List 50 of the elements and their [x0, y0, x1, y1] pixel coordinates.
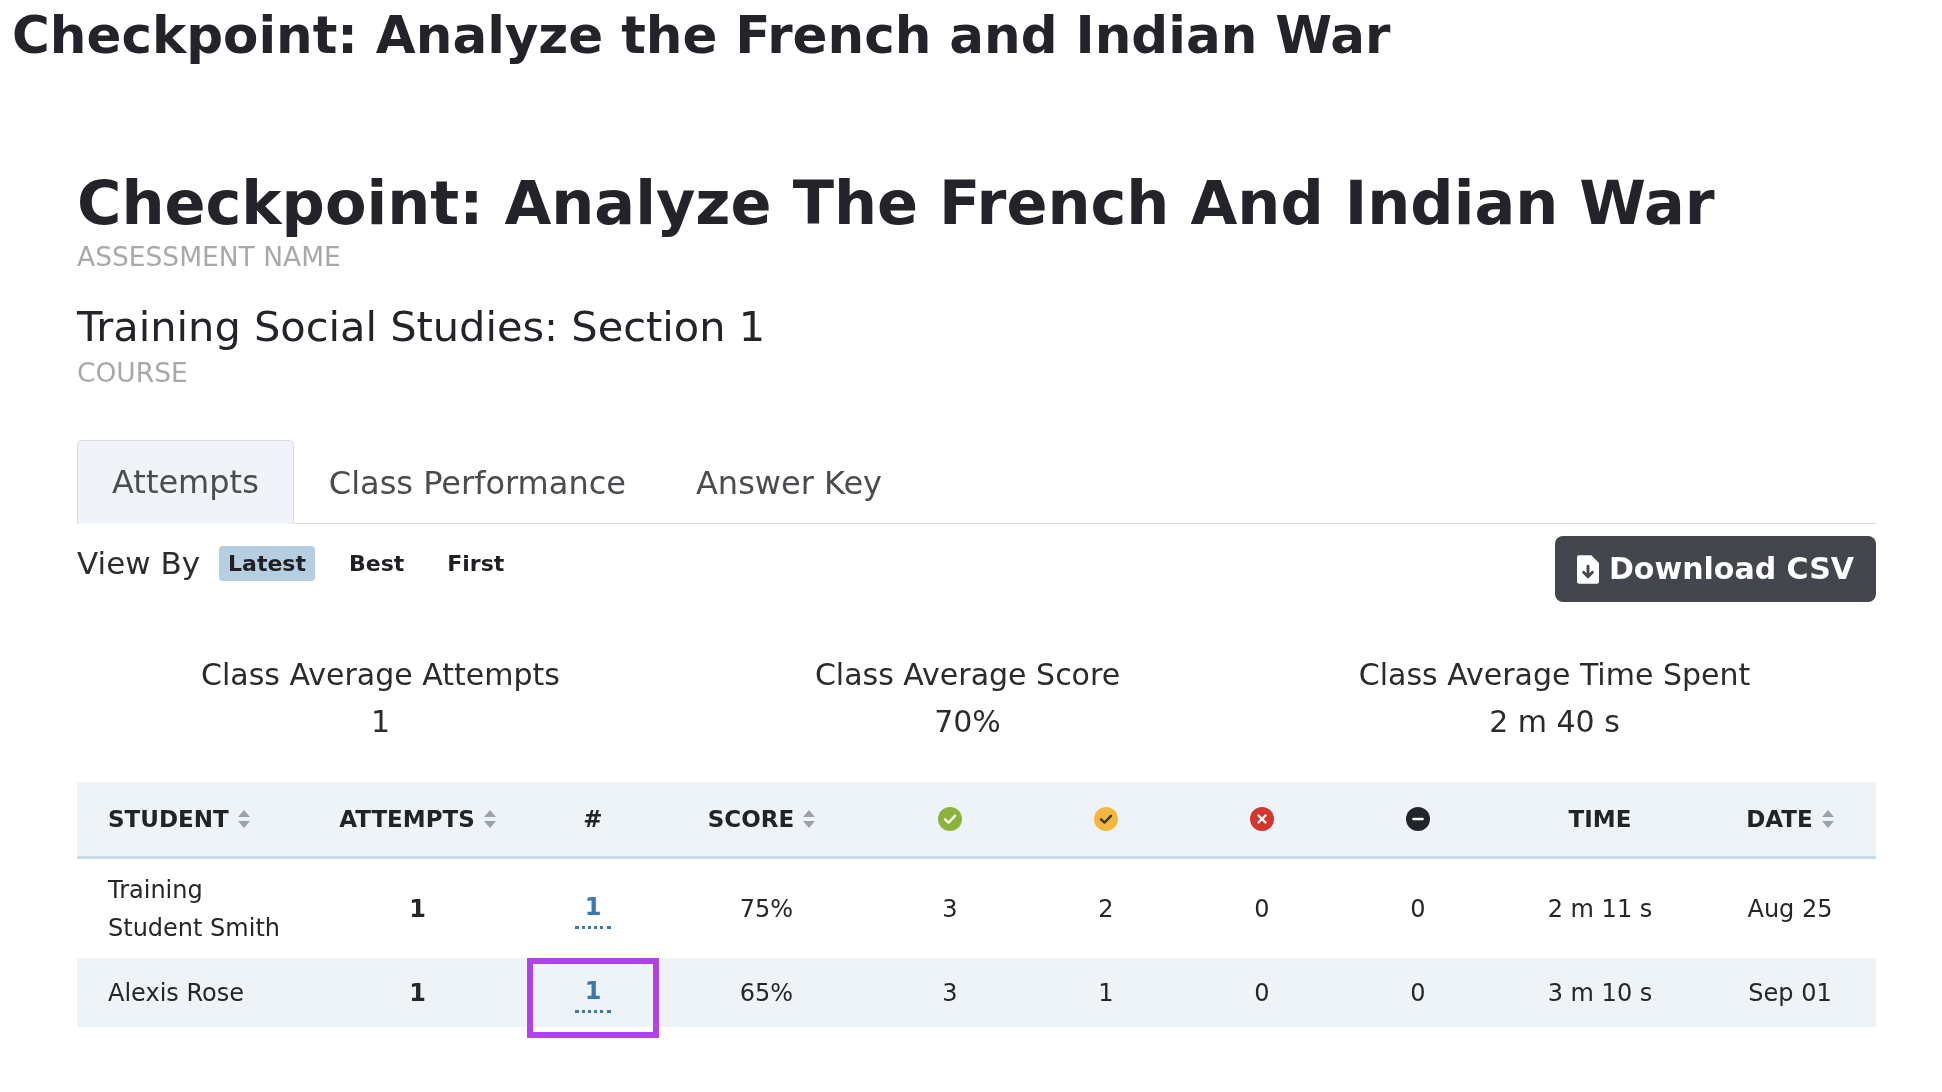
field-label: ASSESSMENT NAME: [77, 242, 341, 272]
time-value: 3 m 10 s: [1547, 978, 1653, 1009]
view-option[interactable]: Best: [339, 545, 414, 581]
column-header[interactable]: ATTEMPTS: [339, 805, 475, 833]
student-name: Alexis Rose: [108, 978, 244, 1009]
stat-value: 2 m 40 s: [1489, 703, 1620, 741]
score-value: 75%: [739, 894, 794, 925]
stat-label: Class Average Score: [814, 656, 1121, 694]
count-value: 0: [1410, 978, 1426, 1009]
count-value: 3: [942, 978, 958, 1009]
score-value: 65%: [739, 978, 794, 1009]
view-option[interactable]: Latest: [219, 545, 315, 581]
count-value: 0: [1254, 978, 1270, 1009]
course-name: Training Social Studies: Section 1: [77, 303, 766, 351]
stat-value: 1: [370, 703, 391, 741]
count-value: 1: [1098, 978, 1114, 1009]
tab[interactable]: Answer Key: [660, 440, 917, 524]
sort-icon[interactable]: [1821, 810, 1834, 828]
view-option[interactable]: First: [438, 545, 514, 581]
file-download-icon: [1576, 554, 1599, 584]
time-value: 2 m 11 s: [1547, 894, 1653, 925]
column-header[interactable]: STUDENT: [108, 805, 229, 833]
count-value: 0: [1410, 894, 1426, 925]
column-header[interactable]: DATE: [1746, 805, 1813, 833]
assessment-name: Checkpoint: Analyze The French And Indian War: [77, 168, 1715, 238]
date-value: Aug 25: [1747, 894, 1833, 925]
tab[interactable]: Attempts: [77, 440, 294, 524]
column-header: TIME: [1568, 805, 1632, 833]
field-label: COURSE: [77, 358, 188, 388]
attempts-count: 1: [409, 894, 426, 925]
download-csv-button[interactable]: Download CSV: [1554, 536, 1876, 602]
count-value: 2: [1098, 894, 1114, 925]
column-header: #: [583, 805, 603, 833]
count-value: 3: [942, 894, 958, 925]
view-by-label: View By: [77, 544, 201, 582]
sort-icon[interactable]: [237, 810, 250, 828]
stat-label: Class Average Attempts: [201, 656, 560, 694]
date-value: Sep 01: [1748, 978, 1832, 1009]
page-title: Checkpoint: Analyze the French and Indian War: [12, 4, 1391, 66]
sort-icon[interactable]: [803, 810, 816, 828]
attempt-link[interactable]: 1: [574, 888, 612, 929]
attempt-link[interactable]: 1: [574, 972, 612, 1013]
tab[interactable]: Class Performance: [293, 440, 661, 524]
count-value: 0: [1254, 894, 1270, 925]
sort-icon[interactable]: [483, 810, 496, 828]
stat-value: 70%: [934, 703, 1001, 741]
stat-label: Class Average Time Spent: [1358, 656, 1751, 694]
attempts-count: 1: [409, 978, 426, 1009]
column-header[interactable]: SCORE: [707, 805, 795, 833]
student-name: Training Student Smith: [108, 875, 281, 944]
